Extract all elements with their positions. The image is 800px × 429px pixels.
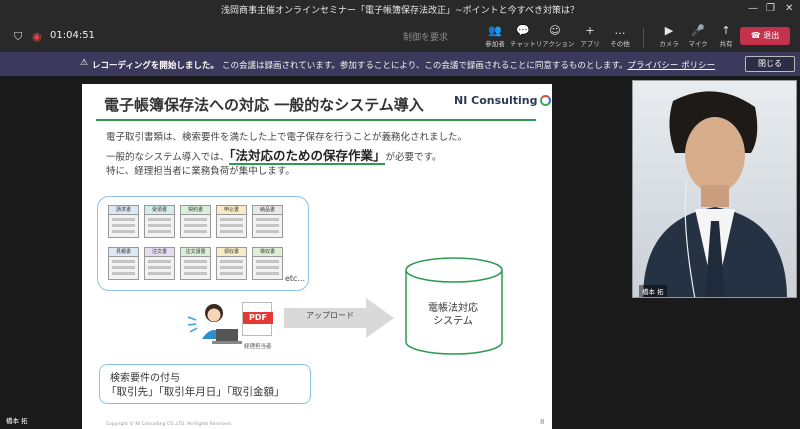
warning-icon: ⚠	[80, 58, 89, 68]
reaction-icon: ☺	[549, 24, 561, 37]
document-icon: 納品書	[252, 205, 283, 238]
document-icon: 契約書	[180, 205, 211, 238]
slide-text-line-3: 特に、経理担当者に業務負荷が集中します。	[106, 166, 295, 177]
search-requirements-box: 検索要件の付与 「取引先」「取引年月日」「取引金額」	[99, 364, 311, 404]
etc-label: etc...	[285, 274, 306, 283]
minimize-icon[interactable]: —	[748, 3, 758, 14]
slide-page-number: 8	[540, 418, 545, 426]
share-button[interactable]: ↑ 共有	[708, 24, 744, 50]
speaker-illustration	[643, 91, 787, 297]
recording-banner: ⚠ レコーディングを開始しました。 この会議は録画されています。参加することによ…	[0, 52, 800, 76]
slide-title: 電子帳簿保存法への対応 一般的なシステム導入	[104, 96, 424, 114]
document-icon: 注文書	[144, 247, 175, 280]
recording-icon: ◉	[32, 30, 42, 43]
title-bar: 浅岡商事主催オンラインセミナー「電子帳簿保存法改正」~ポイントと今すべき対策は？…	[0, 0, 800, 20]
shield-icon[interactable]: ⛉	[14, 30, 22, 44]
title-rule	[96, 119, 536, 121]
copyright-text: Copyright © NI Consulting CO.,LTD. All R…	[106, 422, 233, 427]
phone-icon: ☎	[750, 31, 764, 40]
document-icon: 見積書	[108, 247, 139, 280]
self-name-label: 橋本 拓	[6, 417, 28, 425]
pdf-icon: PDF	[242, 302, 273, 336]
company-logo: NI Consulting	[454, 94, 552, 107]
more-button[interactable]: … その他	[602, 24, 638, 50]
documents-bubble: 請求書 受領書 契約書 申込書 納品書 見積書 注文書 注文請書 領収書 検収書	[97, 196, 309, 291]
accountant-label: 経理担当者	[244, 344, 272, 350]
document-icon: 申込書	[216, 205, 247, 238]
share-icon: ↑	[721, 24, 731, 37]
document-icon: 検収書	[252, 247, 283, 280]
accountant-illustration	[187, 304, 242, 344]
document-icon: 領収書	[216, 247, 247, 280]
toolbar-divider	[643, 28, 644, 48]
banner-title: レコーディングを開始しました。	[92, 61, 219, 71]
meeting-timer: 01:04:51	[50, 30, 95, 41]
maximize-icon[interactable]: ❐	[766, 3, 775, 14]
more-icon: …	[614, 24, 626, 37]
search-items: 「取引先」「取引年月日」「取引金額」	[106, 386, 285, 398]
banner-message: この会議は録画されています。参加することにより、この会議で録画されることに同意す…	[222, 61, 716, 71]
window-title: 浅岡商事主催オンラインセミナー「電子帳簿保存法改正」~ポイントと今すべき対策は？	[221, 6, 579, 16]
shared-slide: 電子帳簿保存法への対応 一般的なシステム導入 NI Consulting 電子取…	[82, 84, 552, 429]
participant-video[interactable]: 橋本 拓	[632, 80, 797, 298]
slide-text-line-1: 電子取引書類は、検索要件を満たした上で電子保存を行うことが義務化されました。	[106, 132, 468, 143]
system-label: 電帳法対応 システム	[428, 303, 478, 327]
slide-text-line-2: 一般的なシステム導入では、「法対応のための保存作業」が必要です。	[106, 148, 442, 165]
meeting-toolbar: ⛉ ◉ 01:04:51 制御を要求 👥 参加者 💬 チャット ☺ リアクション…	[0, 20, 800, 52]
document-icon: 注文請書	[180, 247, 211, 280]
close-icon[interactable]: ✕	[785, 3, 793, 14]
participant-name: 橋本 拓	[639, 285, 667, 297]
privacy-policy-link[interactable]: プライバシー ポリシー	[628, 61, 716, 71]
leave-button[interactable]: ☎ 退出	[740, 27, 790, 45]
upload-label: アップロード	[306, 311, 354, 320]
document-icon: 受領書	[144, 205, 175, 238]
request-control-button[interactable]: 制御を要求	[403, 30, 448, 43]
logo-icon	[540, 95, 552, 106]
document-icon: 請求書	[108, 205, 139, 238]
banner-close-button[interactable]: 閉じる	[745, 56, 795, 72]
chat-icon: 💬	[516, 24, 530, 37]
search-title: 検索要件の付与	[110, 373, 180, 384]
